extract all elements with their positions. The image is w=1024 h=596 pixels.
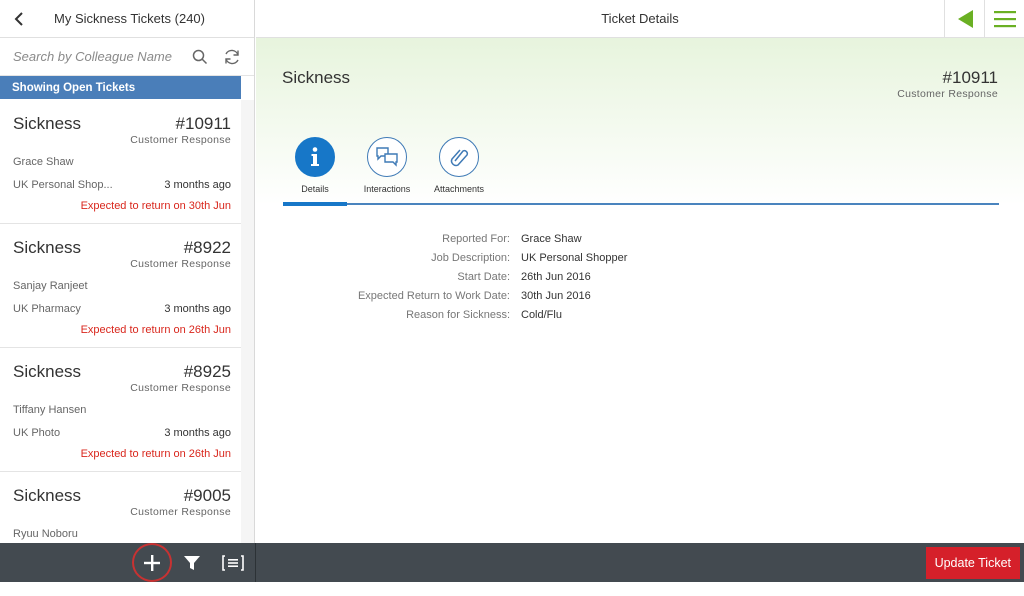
item-title: Sickness [13, 114, 82, 133]
object-number: #10911 [942, 68, 998, 87]
list-item[interactable]: Sickness #8922 Customer Response Sanjay … [0, 224, 241, 348]
list-item[interactable]: Sickness #8925 Customer Response Tiffany… [0, 348, 241, 472]
group-button[interactable] [220, 551, 246, 575]
detail-pane: Ticket Details Sickness #10911 Customer … [256, 0, 1024, 543]
object-attribute: Customer Response [897, 88, 998, 100]
form-row-reported-for: Reported For: Grace Shaw [256, 229, 1024, 248]
tab-details[interactable]: Details [283, 137, 347, 194]
field-value: 26th Jun 2016 [521, 270, 591, 283]
hamburger-icon [993, 11, 1016, 28]
field-value: Grace Shaw [521, 232, 582, 245]
form-row-job-description: Job Description: UK Personal Shopper [256, 248, 1024, 267]
field-label: Reason for Sickness: [406, 308, 510, 321]
object-header: Sickness #10911 Customer Response Detail… [256, 38, 1024, 205]
scrollbar[interactable] [241, 100, 254, 543]
item-status: Expected to return on 26th Jun [80, 324, 231, 336]
info-icon [295, 137, 335, 177]
item-number: #8922 [183, 238, 231, 257]
form-row-reason: Reason for Sickness: Cold/Flu [256, 305, 1024, 324]
item-job: UK Personal Shop... [13, 179, 113, 191]
field-value: Cold/Flu [521, 308, 562, 321]
header-actions [944, 0, 1024, 38]
item-number: #9005 [183, 486, 231, 505]
master-title: My Sickness Tickets (240) [54, 11, 205, 26]
field-label: Reported For: [442, 232, 510, 245]
chat-icon [367, 137, 407, 177]
detail-header: Ticket Details [256, 0, 1024, 38]
item-status: Expected to return on 26th Jun [80, 448, 231, 460]
tab-attachments[interactable]: Attachments [427, 137, 491, 194]
item-number: #10911 [175, 114, 231, 133]
chevron-left-icon [14, 11, 23, 26]
item-number: #8925 [183, 362, 231, 381]
master-header: My Sickness Tickets (240) [0, 0, 254, 38]
footer-toolbar: Update Ticket [0, 543, 1024, 582]
item-colleague-name: Tiffany Hansen [13, 404, 87, 416]
back-button[interactable] [0, 0, 38, 38]
item-job: UK Pharmacy [13, 303, 81, 315]
paperclip-icon [439, 137, 479, 177]
item-attribute: Customer Response [130, 382, 231, 394]
search-icon[interactable] [189, 46, 211, 68]
list-group-icon [222, 555, 244, 571]
item-attribute: Customer Response [130, 258, 231, 270]
field-value: UK Personal Shopper [521, 251, 628, 264]
menu-button[interactable] [984, 0, 1024, 38]
field-label: Expected Return to Work Date: [357, 289, 510, 302]
field-value: 30th Jun 2016 [521, 289, 591, 302]
item-job: UK Photo [13, 427, 61, 439]
master-pane: My Sickness Tickets (240) Showing Open T… [0, 0, 255, 543]
item-title: Sickness [13, 486, 82, 505]
search-bar [0, 38, 254, 76]
field-label: Job Description: [431, 251, 510, 264]
item-status: Expected to return on 30th Jun [80, 200, 231, 212]
tab-label: Details [301, 184, 329, 194]
item-title: Sickness [13, 238, 82, 257]
plus-icon [144, 554, 160, 571]
item-attribute: Customer Response [130, 134, 231, 146]
item-title: Sickness [13, 362, 82, 381]
item-colleague-name: Grace Shaw [13, 156, 74, 168]
info-toolbar: Showing Open Tickets [0, 76, 241, 99]
field-label: Start Date: [457, 270, 510, 283]
triangle-left-icon [957, 10, 973, 28]
form-row-start-date: Start Date: 26th Jun 2016 [256, 267, 1024, 286]
app-logo-button[interactable] [944, 0, 984, 38]
list-item[interactable]: Sickness #10911 Customer Response Grace … [0, 100, 241, 224]
item-time: 3 months ago [164, 179, 231, 191]
tab-bar-underline [283, 203, 999, 205]
icon-tab-bar: Details Interactions Attachments [283, 137, 499, 194]
refresh-icon[interactable] [221, 46, 243, 68]
search-input[interactable] [13, 49, 185, 64]
details-form: Reported For: Grace Shaw Job Description… [256, 229, 1024, 324]
item-attribute: Customer Response [130, 506, 231, 518]
form-row-return-date: Expected Return to Work Date: 30th Jun 2… [256, 286, 1024, 305]
page-title: Ticket Details [601, 11, 679, 26]
add-ticket-button[interactable] [132, 543, 172, 582]
tab-interactions[interactable]: Interactions [355, 137, 419, 194]
tab-label: Attachments [433, 184, 485, 194]
footer-divider [255, 543, 256, 582]
tab-label: Interactions [363, 184, 411, 194]
update-ticket-button[interactable]: Update Ticket [925, 547, 1020, 579]
filter-button[interactable] [180, 551, 204, 575]
item-time: 3 months ago [164, 427, 231, 439]
filter-icon [184, 556, 200, 570]
ticket-list: Sickness #10911 Customer Response Grace … [0, 100, 241, 596]
object-title: Sickness [282, 68, 351, 87]
item-colleague-name: Sanjay Ranjeet [13, 280, 88, 292]
active-tab-indicator [283, 202, 347, 206]
item-time: 3 months ago [164, 303, 231, 315]
item-colleague-name: Ryuu Noboru [13, 528, 78, 540]
